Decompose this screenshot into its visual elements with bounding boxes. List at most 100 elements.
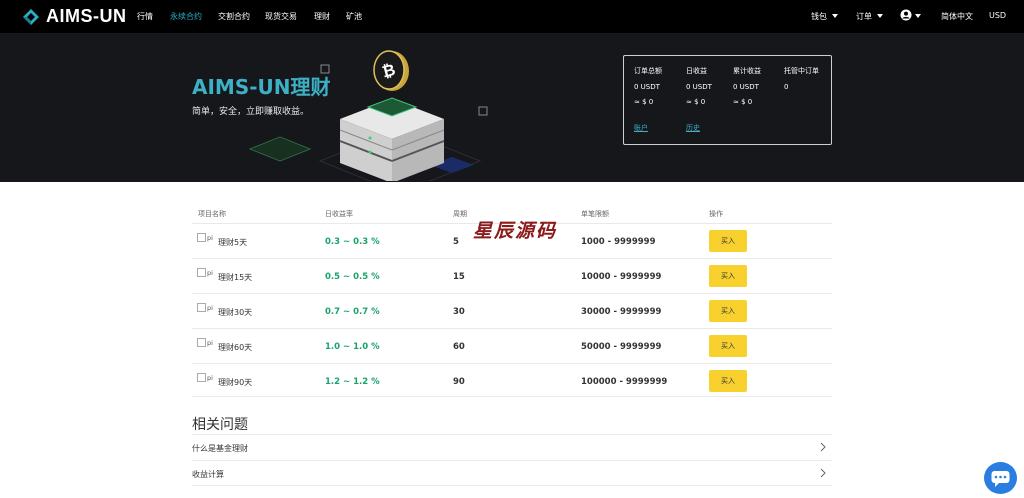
table-row: pi 理财30天 0.7 ~ 0.7 % 30 30000 - 9999999 … bbox=[192, 293, 832, 328]
stat-order-total: 订单总额 0 USDT ≈ $ 0 bbox=[634, 64, 662, 111]
daily-rate: 0.5 ~ 0.5 % bbox=[325, 272, 380, 282]
image-alt-text: pi bbox=[207, 303, 213, 312]
nav-item-pool[interactable]: 矿池 bbox=[346, 11, 362, 22]
product-name: 理财5天 bbox=[218, 238, 248, 247]
daily-rate: 0.3 ~ 0.3 % bbox=[325, 237, 380, 247]
diamond-logo-icon bbox=[23, 8, 39, 25]
buy-button[interactable]: 买入 bbox=[709, 230, 747, 252]
stat-daily-income: 日收益 0 USDT ≈ $ 0 bbox=[686, 64, 712, 111]
product-image: pi bbox=[197, 373, 213, 382]
product-image: pi bbox=[197, 338, 213, 347]
image-alt-text: pi bbox=[207, 268, 213, 277]
broken-image-icon bbox=[197, 338, 206, 347]
history-link[interactable]: 历史 bbox=[686, 123, 700, 133]
chevron-right-icon bbox=[820, 468, 826, 478]
orders-menu[interactable]: 订单 bbox=[856, 11, 883, 22]
faq-item-label: 什么是基金理财 bbox=[192, 444, 248, 453]
stat-custody-orders: 托管中订单 0 bbox=[784, 64, 819, 95]
period: 5 bbox=[453, 237, 459, 247]
buy-button[interactable]: 买入 bbox=[709, 370, 747, 392]
period: 90 bbox=[453, 377, 465, 387]
watermark-text: 星辰源码 bbox=[473, 220, 558, 242]
language-selector[interactable]: 简体中文 bbox=[941, 11, 973, 22]
product-name: 理财15天 bbox=[218, 273, 253, 282]
header-daily-rate: 日收益率 bbox=[325, 210, 353, 218]
image-alt-text: pi bbox=[207, 233, 213, 242]
wallet-label: 钱包 bbox=[811, 12, 827, 21]
broken-image-icon bbox=[197, 233, 206, 242]
header-limit: 单笔限额 bbox=[581, 210, 609, 218]
stat-header: 托管中订单 bbox=[784, 67, 819, 75]
buy-button[interactable]: 买入 bbox=[709, 335, 747, 357]
header-project-name: 项目名称 bbox=[198, 210, 226, 218]
faq-item-fund-finance[interactable]: 什么是基金理财 bbox=[192, 434, 832, 460]
stat-usdt-value: 0 USDT bbox=[733, 82, 759, 91]
product-name: 理财30天 bbox=[218, 308, 253, 317]
hero-banner: AIMS-UN理财 简单，安全，立即赚取收益。 ₿ 订单总额 0 USDT ≈ … bbox=[0, 33, 1024, 182]
caret-down-icon bbox=[832, 14, 838, 18]
order-limit: 1000 - 9999999 bbox=[581, 237, 656, 247]
daily-rate: 1.2 ~ 1.2 % bbox=[325, 377, 380, 387]
nav-item-spot[interactable]: 现货交易 bbox=[265, 11, 297, 22]
user-circle-icon bbox=[900, 9, 912, 21]
nav-item-delivery[interactable]: 交割合约 bbox=[218, 11, 250, 22]
image-alt-text: pi bbox=[207, 373, 213, 382]
nav-item-market[interactable]: 行情 bbox=[137, 11, 153, 22]
brand-name: AIMS-UN bbox=[46, 6, 127, 26]
chevron-right-icon bbox=[820, 442, 826, 452]
daily-rate: 1.0 ~ 1.0 % bbox=[325, 342, 380, 352]
stat-header: 累计收益 bbox=[733, 67, 761, 75]
table-row: pi 理财90天 1.2 ~ 1.2 % 90 100000 - 9999999… bbox=[192, 363, 832, 397]
image-alt-text: pi bbox=[207, 338, 213, 347]
buy-button[interactable]: 买入 bbox=[709, 265, 747, 287]
product-name: 理财90天 bbox=[218, 378, 253, 387]
order-limit: 100000 - 9999999 bbox=[581, 377, 668, 387]
header-period: 周期 bbox=[453, 210, 467, 218]
order-limit: 50000 - 9999999 bbox=[581, 342, 662, 352]
chat-support-button[interactable] bbox=[984, 462, 1017, 494]
period: 30 bbox=[453, 307, 465, 317]
product-name: 理财60天 bbox=[218, 343, 253, 352]
table-row: pi 理财15天 0.5 ~ 0.5 % 15 10000 - 9999999 … bbox=[192, 258, 832, 293]
stat-fiat-value: ≈ $ 0 bbox=[686, 98, 706, 106]
header-action: 操作 bbox=[709, 210, 723, 218]
daily-rate: 0.7 ~ 0.7 % bbox=[325, 307, 380, 317]
currency-selector[interactable]: USD bbox=[989, 11, 1006, 20]
faq-item-income-calc[interactable]: 收益计算 bbox=[192, 460, 832, 486]
buy-button[interactable]: 买入 bbox=[709, 300, 747, 322]
wallet-menu[interactable]: 钱包 bbox=[811, 11, 838, 22]
account-link[interactable]: 账户 bbox=[634, 123, 648, 133]
stats-card: 订单总额 0 USDT ≈ $ 0 日收益 0 USDT ≈ $ 0 累计收益 … bbox=[623, 55, 832, 145]
nav-item-perpetual[interactable]: 永续合约 bbox=[170, 11, 202, 22]
chat-bubble-icon bbox=[991, 471, 1010, 487]
caret-down-icon bbox=[877, 14, 883, 18]
faq-title: 相关问题 bbox=[192, 417, 248, 433]
order-limit: 30000 - 9999999 bbox=[581, 307, 662, 317]
caret-down-icon bbox=[915, 14, 921, 18]
broken-image-icon bbox=[197, 268, 206, 277]
stat-fiat-value: ≈ $ 0 bbox=[634, 98, 654, 106]
stat-count-value: 0 bbox=[784, 82, 789, 91]
product-image: pi bbox=[197, 303, 213, 312]
order-limit: 10000 - 9999999 bbox=[581, 272, 662, 282]
broken-image-icon bbox=[197, 303, 206, 312]
stat-total-income: 累计收益 0 USDT ≈ $ 0 bbox=[733, 64, 761, 111]
stat-fiat-value: ≈ $ 0 bbox=[733, 98, 753, 106]
nav-item-finance[interactable]: 理财 bbox=[314, 11, 330, 22]
broken-image-icon bbox=[197, 373, 206, 382]
stat-usdt-value: 0 USDT bbox=[686, 82, 712, 91]
orders-label: 订单 bbox=[856, 12, 872, 21]
faq-item-label: 收益计算 bbox=[192, 470, 224, 479]
table-row: pi 理财60天 1.0 ~ 1.0 % 60 50000 - 9999999 … bbox=[192, 328, 832, 363]
product-image: pi bbox=[197, 233, 213, 242]
stat-usdt-value: 0 USDT bbox=[634, 82, 660, 91]
user-menu[interactable] bbox=[900, 9, 921, 21]
period: 15 bbox=[453, 272, 465, 282]
top-nav: AIMS-UN 行情 永续合约 交割合约 现货交易 理财 矿池 钱包 订单 简体… bbox=[0, 0, 1024, 33]
stat-header: 订单总额 bbox=[634, 67, 662, 75]
period: 60 bbox=[453, 342, 465, 352]
stat-header: 日收益 bbox=[686, 67, 707, 75]
vault-illustration-icon: ₿ bbox=[248, 50, 488, 181]
product-image: pi bbox=[197, 268, 213, 277]
brand-logo[interactable]: AIMS-UN bbox=[22, 6, 127, 27]
